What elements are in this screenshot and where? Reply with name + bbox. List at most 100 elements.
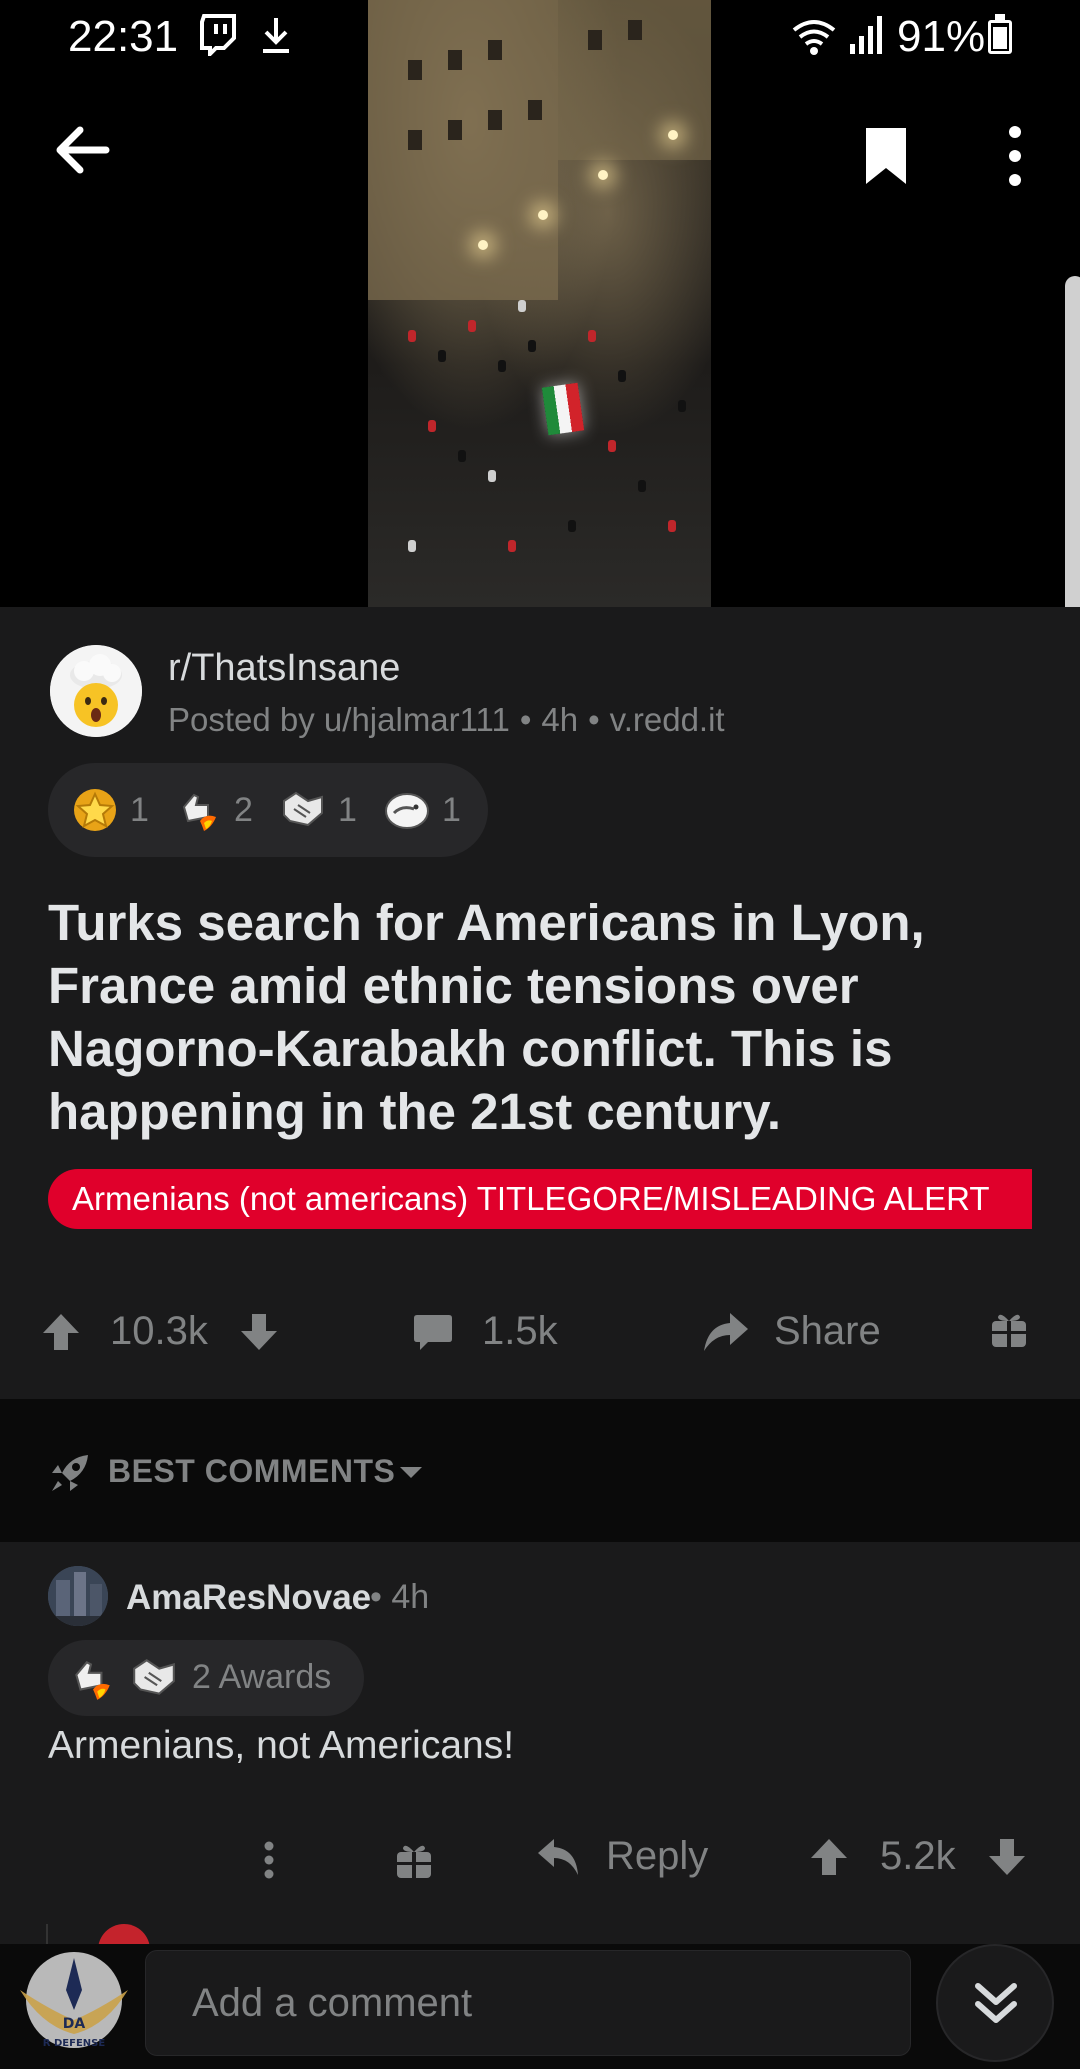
award-item: 1 — [72, 787, 149, 833]
video-player[interactable] — [368, 0, 711, 607]
post-vote-count: 10.3k — [110, 1309, 208, 1353]
downvote-icon[interactable] — [238, 1311, 280, 1353]
crowd-person — [468, 320, 476, 332]
chevron-down-icon — [400, 1467, 422, 1478]
user-avatar-icon — [48, 1566, 108, 1626]
crowd-person — [618, 370, 626, 382]
post-actions: 10.3k 1.5k Share — [0, 1287, 1080, 1387]
crowd-person — [498, 360, 506, 372]
comment-actions: Reply 5.2k — [0, 1810, 1080, 1910]
bottom-comment-bar: Add a comment — [0, 1944, 1080, 2069]
watermark-logo: DA R DEFENSE — [20, 1952, 128, 2049]
posted-by[interactable]: Posted by u/hjalmar111 — [168, 701, 510, 738]
twitch-icon — [200, 14, 236, 56]
crowd-person — [518, 300, 526, 312]
upvote-icon[interactable] — [40, 1311, 82, 1353]
thread-line — [46, 1924, 48, 1944]
award-count: 1 — [442, 790, 461, 829]
double-chevron-down-icon — [975, 1983, 1017, 2023]
back-arrow-icon[interactable] — [52, 120, 112, 180]
more-options-icon[interactable] — [262, 1840, 276, 1880]
crowd-person — [438, 350, 446, 362]
crowd-person — [638, 480, 646, 492]
comment-awards[interactable]: 2 Awards — [48, 1640, 364, 1716]
handshake-award-icon — [283, 791, 323, 827]
award-item: 1 — [384, 787, 461, 833]
battery-icon — [988, 20, 1012, 54]
rocket-icon — [52, 1455, 88, 1491]
sort-label: BEST COMMENTS — [108, 1453, 396, 1489]
comment-input[interactable]: Add a comment — [145, 1950, 911, 2056]
post-media[interactable]: 22:31 91% — [0, 0, 1080, 690]
wifi-icon — [792, 20, 836, 55]
window — [528, 100, 542, 120]
comment-body: Armenians, not Americans! — [48, 1724, 515, 1767]
rocket-like-award-icon — [75, 1661, 110, 1700]
share-button[interactable]: Share — [702, 1309, 881, 1354]
crowd-person — [408, 330, 416, 342]
comments-button[interactable]: 1.5k — [412, 1309, 558, 1354]
comment-author[interactable]: AmaResNovae — [126, 1578, 371, 1618]
crowd-person — [678, 400, 686, 412]
avatar[interactable] — [48, 1566, 108, 1626]
bookmark-icon[interactable] — [862, 124, 910, 188]
award-count: 1 — [130, 790, 149, 829]
post-age: 4h — [541, 701, 579, 738]
rocket-like-award-icon — [182, 793, 216, 831]
gift-icon[interactable] — [395, 1840, 433, 1880]
gift-icon — [992, 1314, 1026, 1347]
crowd-person — [458, 450, 466, 462]
window — [408, 130, 422, 150]
reply-arrow-icon — [538, 1838, 578, 1875]
watermark-initials: DA — [63, 2016, 86, 2032]
award-count: 1 — [338, 790, 357, 829]
subreddit-name[interactable]: r/ThatsInsane — [168, 647, 400, 690]
download-icon — [263, 18, 289, 53]
window — [448, 120, 462, 140]
crowd-person — [608, 440, 616, 452]
crowd-person — [568, 520, 576, 532]
crowd-person — [488, 470, 496, 482]
comment-age-value: 4h — [391, 1578, 430, 1616]
street-lamp — [668, 130, 678, 140]
crowd-person — [588, 330, 596, 342]
awards-bar[interactable]: 1 2 1 1 — [48, 763, 488, 857]
subreddit-avatar[interactable] — [50, 645, 142, 737]
crowd-person — [428, 420, 436, 432]
post-card: r/ThatsInsane Posted by u/hjalmar111 • 4h •… — [0, 607, 1080, 1399]
downvote-icon[interactable] — [986, 1836, 1028, 1878]
comment-vote-group: 5.2k — [808, 1834, 1028, 1879]
award-item: 2 — [176, 787, 253, 833]
post-domain[interactable]: v.redd.it — [610, 701, 725, 738]
comment-count: 1.5k — [482, 1309, 558, 1353]
reply-button[interactable]: Reply — [536, 1834, 708, 1879]
window — [488, 110, 502, 130]
post-meta: Posted by u/hjalmar111 • 4h • v.redd.it — [168, 701, 725, 738]
watermark-subtext: R DEFENSE — [43, 2038, 106, 2049]
street-lamp — [538, 210, 548, 220]
street-lamp — [598, 170, 608, 180]
flag — [541, 382, 585, 436]
collapse-comments-button[interactable] — [936, 1944, 1054, 2062]
award-item: 1 — [280, 787, 357, 833]
comment-awards-label: 2 Awards — [192, 1658, 332, 1696]
more-options-icon[interactable] — [1000, 124, 1030, 188]
post-title: Turks search for Americans in Lyon, Fran… — [48, 894, 925, 1140]
share-arrow-icon — [704, 1312, 748, 1351]
gold-star-award-icon — [74, 789, 116, 831]
comment-bubble-icon — [414, 1314, 452, 1350]
comment-vote-count: 5.2k — [880, 1834, 956, 1878]
vote-group: 10.3k — [40, 1309, 280, 1354]
crowd-person — [668, 520, 676, 532]
upvote-icon[interactable] — [808, 1836, 850, 1878]
crowd-person — [528, 340, 536, 352]
post-flair[interactable]: Armenians (not americans) TITLEGORE/MISL… — [48, 1169, 1032, 1229]
handshake-award-icon — [133, 1659, 175, 1695]
crowd-person — [408, 540, 416, 552]
street-lamp — [478, 240, 488, 250]
reply-label: Reply — [606, 1834, 709, 1878]
comment-age: • 4h — [370, 1578, 430, 1616]
comment-sort-bar[interactable]: BEST COMMENTS — [0, 1399, 1080, 1542]
give-award-button[interactable] — [990, 1309, 1028, 1349]
facepalm-award-icon — [385, 793, 429, 829]
